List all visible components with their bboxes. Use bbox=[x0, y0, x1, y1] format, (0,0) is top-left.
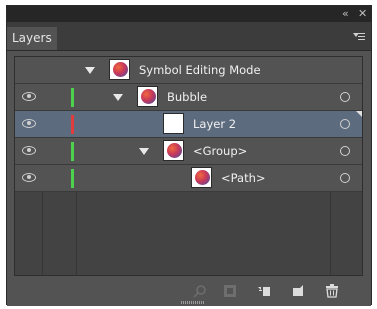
panel-menu-icon[interactable] bbox=[353, 31, 365, 43]
close-panel-button[interactable]: ✕ bbox=[358, 7, 367, 21]
layer-name: <Path> bbox=[221, 171, 266, 185]
layer-row-group[interactable]: <Group> bbox=[15, 138, 362, 165]
layers-panel: « ✕ Layers Symbol Editing Mode Bubble La… bbox=[6, 5, 372, 306]
visibility-eye-icon[interactable] bbox=[22, 172, 36, 182]
layer-row-path[interactable]: <Path> bbox=[15, 165, 362, 192]
visibility-eye-icon[interactable] bbox=[22, 91, 36, 101]
expand-triangle-icon[interactable] bbox=[139, 148, 149, 155]
layers-list: Symbol Editing Mode Bubble Layer 2 <Grou… bbox=[14, 56, 363, 276]
expand-triangle-icon[interactable] bbox=[113, 94, 123, 101]
make-clipping-mask-icon[interactable] bbox=[223, 284, 237, 298]
visibility-eye-icon[interactable] bbox=[22, 118, 36, 128]
layer-color-indicator bbox=[71, 169, 74, 188]
layer-name: Symbol Editing Mode bbox=[139, 63, 261, 77]
target-circle-icon[interactable] bbox=[340, 119, 350, 129]
delete-icon[interactable] bbox=[325, 284, 339, 298]
layer-color-indicator bbox=[71, 142, 74, 161]
layer-thumbnail bbox=[163, 140, 184, 161]
layer-thumbnail bbox=[109, 59, 130, 80]
layer-name: Layer 2 bbox=[193, 117, 237, 131]
layer-row-symbol-editing-mode[interactable]: Symbol Editing Mode bbox=[15, 57, 362, 84]
create-new-layer-icon[interactable] bbox=[291, 284, 305, 298]
layer-thumbnail bbox=[191, 167, 212, 188]
locate-object-icon[interactable] bbox=[193, 284, 207, 298]
panel-title-bar[interactable]: « ✕ bbox=[7, 6, 371, 22]
tab-layers[interactable]: Layers bbox=[7, 27, 57, 50]
visibility-eye-icon[interactable] bbox=[22, 145, 36, 155]
target-circle-icon[interactable] bbox=[340, 146, 350, 156]
layer-color-indicator bbox=[71, 88, 74, 107]
panel-tab-bar: Layers bbox=[7, 22, 371, 51]
expand-triangle-icon[interactable] bbox=[85, 67, 95, 74]
panel-bottom-toolbar bbox=[7, 278, 371, 306]
selection-indicator-icon bbox=[356, 111, 362, 117]
target-circle-icon[interactable] bbox=[340, 92, 350, 102]
resize-grip[interactable] bbox=[181, 301, 205, 304]
collapse-panel-button[interactable]: « bbox=[342, 7, 349, 21]
layer-thumbnail bbox=[163, 113, 184, 134]
create-sublayer-icon[interactable] bbox=[257, 284, 271, 298]
layer-row-layer-2[interactable]: Layer 2 bbox=[15, 111, 362, 138]
layer-name: <Group> bbox=[193, 144, 248, 158]
layer-thumbnail bbox=[137, 86, 158, 107]
target-circle-icon[interactable] bbox=[340, 173, 350, 183]
layer-color-indicator bbox=[71, 115, 74, 134]
layer-name: Bubble bbox=[167, 90, 208, 104]
layer-row-bubble[interactable]: Bubble bbox=[15, 84, 362, 111]
